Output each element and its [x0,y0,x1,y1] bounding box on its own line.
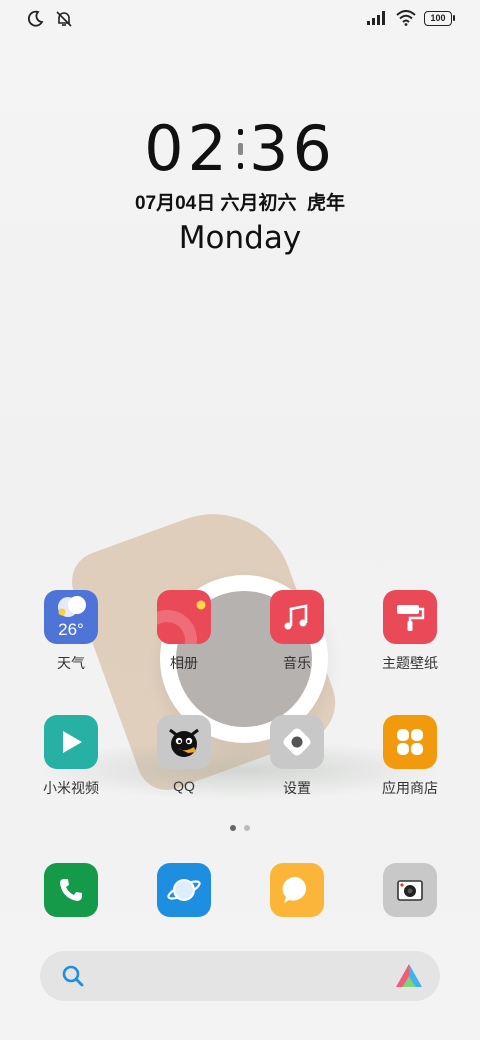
app-label: QQ [173,778,195,794]
camera-icon [383,863,437,917]
qq-penguin-icon [157,715,211,769]
battery-icon: 100 [424,10,455,26]
phone-icon [44,863,98,917]
messages-icon [270,863,324,917]
clock-minutes: 36 [249,112,336,185]
date-lunar: 07月04日 六月初六 虎年 [134,193,346,214]
browser-icon [157,863,211,917]
app-gallery[interactable]: 相册 [129,590,239,673]
theme-brush-icon [383,590,437,644]
weekday: Monday [178,220,302,256]
app-label: 设置 [283,780,311,796]
dock-messages[interactable] [242,863,352,917]
gallery-icon [157,590,211,644]
signal-icon [367,11,385,25]
app-label: 天气 [57,655,85,671]
app-qq[interactable]: QQ [129,715,239,794]
dock-browser[interactable] [129,863,239,917]
status-bar-right: 100 [366,10,455,26]
app-label: 主题壁纸 [382,655,438,671]
video-play-icon [44,715,98,769]
weather-icon: 26° [44,590,98,644]
assistant-logo-icon[interactable] [394,962,424,990]
clock[interactable]: 02 36 [0,112,480,185]
clock-hours: 02 [144,112,231,185]
moon-icon [27,10,44,27]
weather-temp: 26° [58,620,84,639]
app-music[interactable]: 音乐 [242,590,352,673]
app-label: 相册 [170,655,198,671]
app-store[interactable]: 应用商店 [355,715,465,798]
page-indicator[interactable] [0,825,480,831]
music-icon [270,590,324,644]
clock-separator [237,128,243,169]
status-bar-left [26,10,74,28]
search-icon [62,965,84,987]
page-dot-active[interactable] [230,825,236,831]
app-label: 应用商店 [382,780,438,796]
settings-icon [270,715,324,769]
app-themes[interactable]: 主题壁纸 [355,590,465,673]
battery-level: 100 [430,12,446,23]
mute-vibrate-icon [56,11,72,27]
dock-phone[interactable] [16,863,126,917]
app-store-icon [383,715,437,769]
wifi-icon [396,10,416,26]
app-label: 小米视频 [43,780,99,796]
dock-camera[interactable] [355,863,465,917]
app-mi-video[interactable]: 小米视频 [16,715,126,798]
page-dot[interactable] [244,825,250,831]
app-label: 音乐 [283,655,311,671]
app-weather[interactable]: 26° 天气 [16,590,126,673]
search-bar[interactable] [40,951,440,1001]
app-settings[interactable]: 设置 [242,715,352,798]
